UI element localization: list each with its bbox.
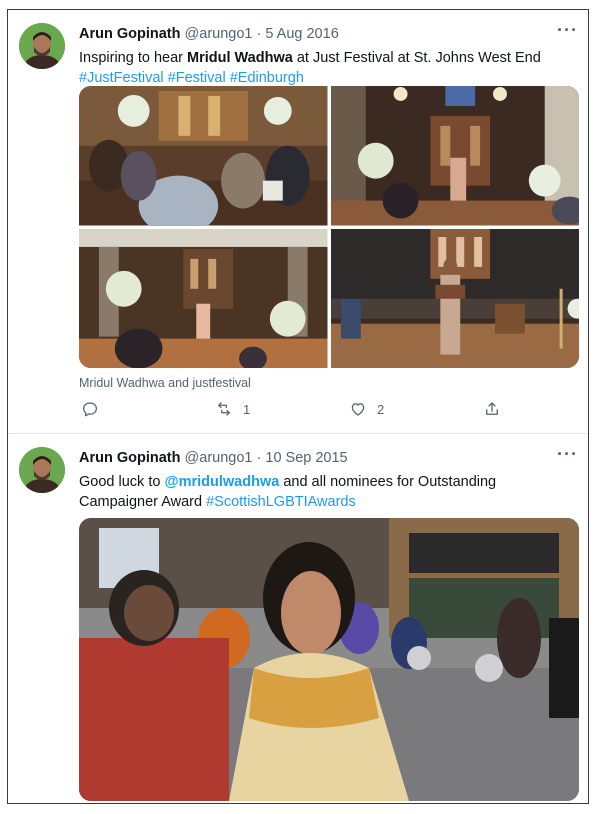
tweet-date[interactable]: 10 Sep 2015: [265, 450, 347, 466]
share-icon: [486, 402, 498, 415]
hashtag-link[interactable]: #ScottishLGBTIAwards: [206, 494, 356, 510]
avatar[interactable]: [19, 447, 65, 493]
separator-dot: ·: [256, 450, 262, 466]
heart-icon: [351, 403, 365, 416]
tweet[interactable]: Arun Gopinath @arungo1 · 10 Sep 2015 ···…: [8, 433, 588, 806]
photo-grid: [79, 86, 579, 368]
reply-button[interactable]: [81, 400, 99, 418]
more-options-icon[interactable]: ···: [557, 444, 578, 465]
author-name[interactable]: Arun Gopinath: [79, 450, 181, 466]
author-name[interactable]: Arun Gopinath: [79, 26, 181, 42]
photo-speaker[interactable]: [330, 228, 579, 368]
author-handle[interactable]: @arungo1: [185, 450, 253, 466]
text-segment: Good luck to: [79, 474, 165, 490]
hashtag-link[interactable]: #Festival: [168, 70, 226, 86]
photo-audience[interactable]: [79, 86, 328, 226]
tweet-header: Arun Gopinath @arungo1 · 10 Sep 2015: [79, 450, 348, 466]
retweet-count: 1: [243, 401, 251, 417]
share-button[interactable]: [483, 400, 501, 418]
mention-link[interactable]: @mridulwadhwa: [164, 474, 279, 490]
hashtag-link[interactable]: #Edinburgh: [230, 70, 304, 86]
author-handle[interactable]: @arungo1: [185, 26, 253, 42]
hashtag-link[interactable]: #JustFestival: [79, 70, 164, 86]
text-segment: Inspiring to hear: [79, 50, 188, 66]
media-caption[interactable]: Mridul Wadhwa and justfestival: [79, 376, 251, 390]
tweet-date[interactable]: 5 Aug 2016: [265, 26, 338, 42]
photo-chancel[interactable]: [330, 86, 579, 226]
photo-street[interactable]: [79, 518, 579, 801]
more-options-icon[interactable]: ···: [557, 20, 578, 41]
tweet[interactable]: Arun Gopinath @arungo1 · 5 Aug 2016 ··· …: [8, 10, 588, 433]
bold-name: Mridul Wadhwa: [187, 50, 293, 66]
reply-icon: [82, 402, 98, 417]
tweet-text: Inspiring to hear Mridul Wadhwa at Just …: [79, 48, 569, 88]
like-button[interactable]: 2: [349, 400, 384, 418]
tweet-text: Good luck to @mridulwadhwa and all nomin…: [79, 472, 569, 512]
text-segment: at Just Festival at St. Johns West End: [292, 50, 541, 66]
like-count: 2: [377, 401, 385, 417]
tweet-actions: 1 2: [79, 400, 519, 424]
retweet-icon: [218, 402, 230, 416]
retweet-button[interactable]: 1: [215, 400, 250, 418]
tweet-header: Arun Gopinath @arungo1 · 5 Aug 2016: [79, 26, 339, 42]
photo-chancel-wide[interactable]: [79, 228, 328, 368]
avatar[interactable]: [19, 23, 65, 69]
separator-dot: ·: [256, 26, 262, 42]
tweet-feed: Arun Gopinath @arungo1 · 5 Aug 2016 ··· …: [7, 9, 589, 804]
